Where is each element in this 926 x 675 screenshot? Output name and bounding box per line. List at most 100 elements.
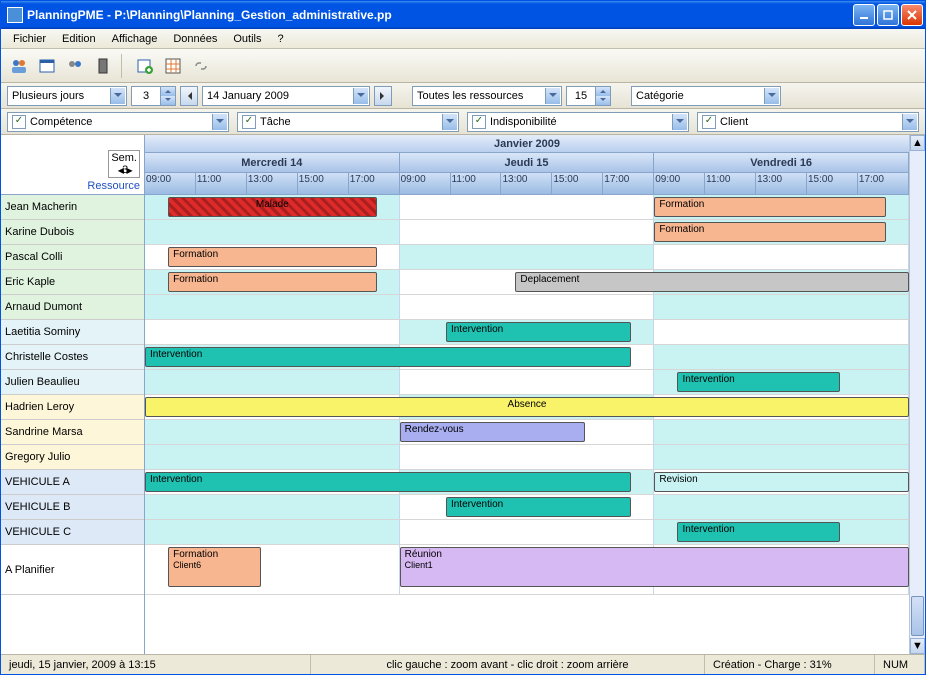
toolbar-calendar-icon[interactable] bbox=[35, 54, 59, 78]
grid-row[interactable] bbox=[145, 295, 909, 320]
task-bar[interactable]: Malade bbox=[168, 197, 376, 217]
resource-row[interactable]: VEHICULE A bbox=[1, 470, 144, 495]
resource-filter-combo[interactable]: Toutes les ressources bbox=[412, 86, 562, 106]
competence-filter[interactable]: Compétence bbox=[7, 112, 229, 132]
chevron-down-icon bbox=[672, 114, 687, 130]
week-selector[interactable]: Sem. ◀ 3 ▶ bbox=[108, 150, 140, 178]
task-bar[interactable]: Deplacement bbox=[515, 272, 909, 292]
toolbar-add-event-icon[interactable] bbox=[133, 54, 157, 78]
hour-header: 13:00 bbox=[247, 173, 298, 195]
days-spinner[interactable] bbox=[131, 86, 176, 106]
resource-row[interactable]: Julien Beaulieu bbox=[1, 370, 144, 395]
task-bar[interactable]: Intervention bbox=[446, 322, 631, 342]
resource-count-spinner[interactable] bbox=[566, 86, 611, 106]
menu-edition[interactable]: Edition bbox=[54, 31, 104, 47]
toolbar-server-icon[interactable] bbox=[91, 54, 115, 78]
indispo-label: Indisponibilité bbox=[490, 116, 557, 128]
resource-row[interactable]: Eric Kaple bbox=[1, 270, 144, 295]
task-bar[interactable]: Intervention bbox=[145, 347, 631, 367]
date-next-button[interactable] bbox=[374, 86, 392, 106]
menu-help[interactable]: ? bbox=[270, 31, 292, 47]
task-bar[interactable]: Intervention bbox=[446, 497, 631, 517]
resource-row[interactable]: Arnaud Dumont bbox=[1, 295, 144, 320]
resource-row[interactable]: Gregory Julio bbox=[1, 445, 144, 470]
scroll-up-icon[interactable]: ▲ bbox=[910, 135, 925, 151]
task-bar[interactable]: FormationClient6 bbox=[168, 547, 261, 587]
vertical-scrollbar[interactable]: ▲ ▼ bbox=[909, 135, 925, 654]
menu-donnees[interactable]: Données bbox=[165, 31, 225, 47]
scroll-thumb[interactable] bbox=[911, 596, 924, 636]
toolbar-users-icon[interactable] bbox=[7, 54, 31, 78]
menu-outils[interactable]: Outils bbox=[225, 31, 269, 47]
toolbar-grid-icon[interactable] bbox=[161, 54, 185, 78]
scroll-down-icon[interactable]: ▼ bbox=[910, 638, 925, 654]
chevron-down-icon bbox=[764, 88, 779, 104]
statusbar: jeudi, 15 janvier, 2009 à 13:15 clic gau… bbox=[1, 654, 925, 674]
resource-count-input[interactable] bbox=[567, 87, 595, 105]
resource-row[interactable]: Pascal Colli bbox=[1, 245, 144, 270]
view-mode-combo[interactable]: Plusieurs jours bbox=[7, 86, 127, 106]
resource-row[interactable]: Sandrine Marsa bbox=[1, 420, 144, 445]
hour-header: 17:00 bbox=[858, 173, 909, 195]
spinner-up-icon[interactable] bbox=[596, 87, 610, 96]
hour-header: 09:00 bbox=[145, 173, 196, 195]
resource-row[interactable]: Hadrien Leroy bbox=[1, 395, 144, 420]
date-prev-button[interactable] bbox=[180, 86, 198, 106]
client-filter[interactable]: Client bbox=[697, 112, 919, 132]
spinner-up-icon[interactable] bbox=[161, 87, 175, 96]
task-bar[interactable]: Formation bbox=[168, 247, 376, 267]
close-button[interactable] bbox=[901, 4, 923, 26]
resource-row[interactable]: Laetitia Sominy bbox=[1, 320, 144, 345]
day-header: Vendredi 16 bbox=[654, 153, 909, 173]
task-bar[interactable]: Intervention bbox=[677, 372, 839, 392]
titlebar[interactable]: PlanningPME - P:\Planning\Planning_Gesti… bbox=[1, 1, 925, 29]
task-bar[interactable]: Intervention bbox=[145, 472, 631, 492]
chevron-down-icon bbox=[902, 114, 917, 130]
spinner-down-icon[interactable] bbox=[596, 96, 610, 105]
maximize-button[interactable] bbox=[877, 4, 899, 26]
task-bar[interactable]: Formation bbox=[654, 197, 886, 217]
task-bar[interactable]: Formation bbox=[654, 222, 886, 242]
resource-row[interactable]: Karine Dubois bbox=[1, 220, 144, 245]
hour-header: 17:00 bbox=[603, 173, 654, 195]
tache-label: Tâche bbox=[260, 116, 291, 128]
resource-row[interactable]: Christelle Costes bbox=[1, 345, 144, 370]
task-bar[interactable]: Intervention bbox=[677, 522, 839, 542]
tache-filter[interactable]: Tâche bbox=[237, 112, 459, 132]
menu-fichier[interactable]: Fichier bbox=[5, 31, 54, 47]
hour-header: 13:00 bbox=[756, 173, 807, 195]
gantt-grid[interactable]: Janvier 2009 Mercredi 14Jeudi 15Vendredi… bbox=[145, 135, 909, 654]
hour-header: 09:00 bbox=[654, 173, 705, 195]
task-bar[interactable]: Absence bbox=[145, 397, 909, 417]
minimize-button[interactable] bbox=[853, 4, 875, 26]
chevron-down-icon bbox=[110, 88, 125, 104]
resource-row[interactable]: VEHICULE C bbox=[1, 520, 144, 545]
days-input[interactable] bbox=[132, 87, 160, 105]
spinner-down-icon[interactable] bbox=[161, 96, 175, 105]
task-bar[interactable]: Rendez-vous bbox=[400, 422, 585, 442]
grid-header: Janvier 2009 Mercredi 14Jeudi 15Vendredi… bbox=[145, 135, 909, 195]
hour-header: 11:00 bbox=[196, 173, 247, 195]
task-bar[interactable]: RéunionClient1 bbox=[400, 547, 909, 587]
date-combo[interactable]: 14 January 2009 bbox=[202, 86, 370, 106]
chevron-down-icon bbox=[545, 88, 560, 104]
task-bar[interactable]: Revision bbox=[654, 472, 909, 492]
resource-filter-label: Toutes les ressources bbox=[417, 90, 523, 102]
grid-row[interactable] bbox=[145, 445, 909, 470]
task-bar[interactable]: Formation bbox=[168, 272, 376, 292]
day-header: Mercredi 14 bbox=[145, 153, 400, 173]
task-subtitle: Client1 bbox=[405, 560, 904, 570]
category-combo[interactable]: Catégorie bbox=[631, 86, 781, 106]
filterbar: Compétence Tâche Indisponibilité Client bbox=[1, 109, 925, 135]
resource-row[interactable]: VEHICULE B bbox=[1, 495, 144, 520]
resource-row[interactable]: A Planifier bbox=[1, 545, 144, 595]
indispo-filter[interactable]: Indisponibilité bbox=[467, 112, 689, 132]
toolbar-link-icon[interactable] bbox=[189, 54, 213, 78]
status-zoom-hint: clic gauche : zoom avant - clic droit : … bbox=[311, 655, 705, 674]
controlbar: Plusieurs jours 14 January 2009 Toutes l… bbox=[1, 83, 925, 109]
toolbar-clients-icon[interactable] bbox=[63, 54, 87, 78]
menu-affichage[interactable]: Affichage bbox=[104, 31, 166, 47]
hour-header: 15:00 bbox=[552, 173, 603, 195]
chevron-down-icon bbox=[353, 88, 368, 104]
resource-row[interactable]: Jean Macherin bbox=[1, 195, 144, 220]
